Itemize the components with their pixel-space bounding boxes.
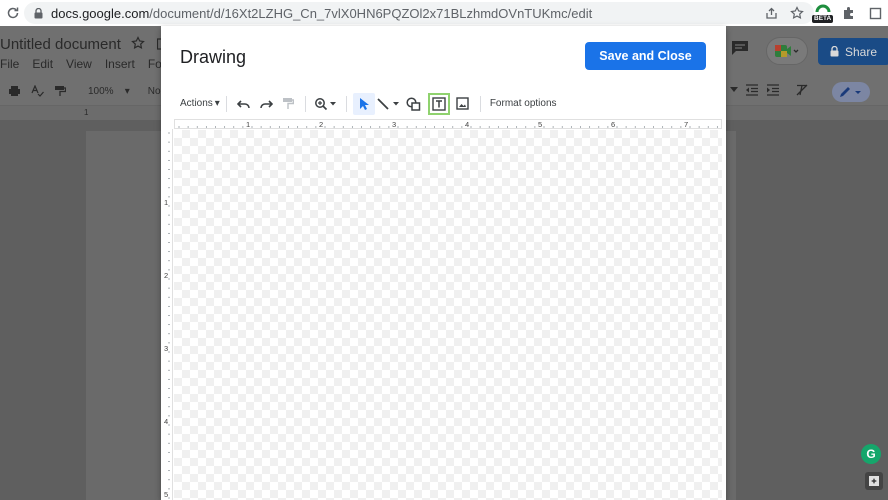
zoom-button[interactable] [312,93,340,115]
comment-history-icon[interactable] [731,40,749,61]
grammarly-icon[interactable]: G [861,444,881,464]
undo-button[interactable] [233,93,255,115]
shape-icon [406,96,421,111]
hruler-number: 3 [392,120,397,129]
line-tool-button[interactable] [375,93,403,115]
hruler-number: 1 [246,120,251,129]
line-icon [377,97,399,110]
menu-insert[interactable]: Insert [105,57,135,71]
toolbar-separator [479,95,481,112]
save-and-close-button[interactable]: Save and Close [585,42,706,70]
actions-label: Actions [180,98,213,109]
share-lock-icon [830,46,839,57]
cursor-arrow-icon [359,97,369,110]
share-page-icon[interactable] [758,0,784,26]
paint-format-icon [282,98,294,109]
select-tool-button[interactable] [352,92,375,115]
zoom-icon [314,97,336,110]
image-button[interactable] [452,93,474,115]
document-title[interactable]: Untitled document [0,36,121,53]
dialog-title: Drawing [180,47,247,67]
indent-increase-icon[interactable] [766,84,780,96]
toolbar-separator [345,95,347,112]
browser-right-icons: BETA [758,0,888,26]
docs-ruler-number: 1 [84,108,89,117]
beta-labs-icon[interactable]: BETA [810,0,836,26]
extensions-icon[interactable] [836,0,862,26]
shape-tool-button[interactable] [403,93,425,115]
hruler-number: 5 [538,120,543,129]
window-icon[interactable] [862,0,888,26]
hruler-number: 4 [465,120,470,129]
vruler-number: 4 [164,417,169,426]
menu-view[interactable]: View [66,57,92,71]
drawing-dialog: Drawing Save and Close Actions ▾ Format … [161,26,726,500]
hruler-number: 7 [684,120,689,129]
lock-icon[interactable] [34,7,43,19]
paint-format-icon[interactable] [54,85,66,97]
vruler-number: 1 [164,198,169,207]
docs-right-toolbar [730,84,816,96]
actions-menu[interactable]: Actions ▾ [180,98,220,109]
editing-mode-button[interactable] [832,82,870,102]
dropdown-arrow-icon[interactable] [730,87,738,93]
hruler-number: 6 [611,120,616,129]
redo-icon [260,99,273,108]
explore-icon[interactable] [865,472,883,490]
bookmark-star-icon[interactable] [784,0,810,26]
actions-caret-icon: ▾ [214,98,220,109]
horizontal-ruler: 1 2 3 4 5 6 7 [174,119,722,129]
docs-toolbar: 100% ▾ Nor [8,85,174,97]
browser-toolbar: docs.google.com/document/d/16Xt2LZHG_Cn_… [0,0,888,26]
clear-formatting-icon[interactable] [795,84,809,96]
vruler-number: 5 [164,490,169,499]
vertical-ruler-ticks [168,132,170,499]
vruler-number: 3 [164,344,169,353]
format-options-button[interactable]: Format options [490,98,557,109]
toolbar-separator [225,95,227,112]
undo-icon [236,99,250,108]
menu-edit[interactable]: Edit [32,57,53,71]
beta-badge-wrap: BETA [812,2,834,24]
indent-decrease-icon[interactable] [745,84,759,96]
image-icon [456,97,470,110]
toolbar-separator [304,95,306,112]
spellcheck-icon[interactable] [31,85,44,97]
vertical-ruler: 1 2 3 4 5 [162,129,173,500]
address-bar[interactable]: docs.google.com/document/d/16Xt2LZHG_Cn_… [24,2,814,24]
horizontal-ruler-ticks [178,126,718,128]
hruler-number: 2 [319,120,324,129]
share-label: Share [845,44,878,59]
vruler-number: 2 [164,271,169,280]
url-text: docs.google.com/document/d/16Xt2LZHG_Cn_… [51,6,592,21]
menu-file[interactable]: File [0,57,19,71]
zoom-value: 100% [88,85,114,97]
beta-badge: BETA [812,15,834,23]
star-icon[interactable] [131,36,145,55]
text-box-icon [432,96,446,111]
reload-icon[interactable] [2,6,24,20]
meet-icon [775,45,799,57]
paint-format-button[interactable] [277,93,299,115]
drawing-canvas[interactable] [174,130,722,500]
zoom-select[interactable]: 100% ▾ [88,86,130,97]
drawing-toolbar: Actions ▾ Format options [161,90,726,117]
meet-button[interactable] [766,37,808,65]
print-icon[interactable] [8,85,21,97]
text-box-button[interactable] [427,92,450,115]
url-host: docs.google.com [51,5,150,21]
url-path: /document/d/16Xt2LZHG_Cn_7vlX0HN6PQZOl2x… [149,5,593,21]
share-button[interactable]: Share [818,38,888,65]
redo-button[interactable] [255,93,277,115]
pencil-icon [840,87,861,97]
